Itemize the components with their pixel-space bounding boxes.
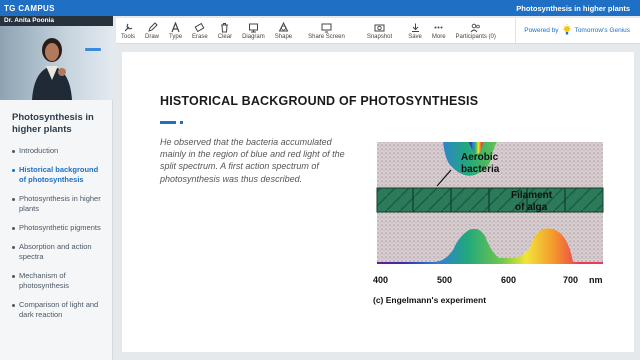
backdrop-logo: [85, 48, 101, 51]
partner-logo-text: Tomorrow's Genius: [574, 27, 630, 34]
slide-title: HISTORICAL BACKGROUND OF PHOTOSYNTHESIS: [160, 94, 479, 108]
axis-tick-500: 500: [437, 275, 452, 285]
participants-button[interactable]: Participants (0): [451, 18, 501, 44]
tools-icon: [122, 22, 134, 33]
save-icon: [409, 22, 421, 33]
label-of-alga: of alga: [515, 202, 548, 213]
save-button[interactable]: Save: [403, 18, 427, 44]
session-title: Photosynthesis in higher plants: [516, 3, 630, 13]
left-panel: Dr. Anita Poonia Photosynthesis in highe…: [0, 16, 113, 360]
slide-body-text: He observed that the bacteria accumulate…: [160, 137, 345, 184]
presentation-stage: HISTORICAL BACKGROUND OF PHOTOSYNTHESIS …: [116, 44, 640, 360]
type-button[interactable]: Type: [164, 18, 187, 44]
title-accent-dot: [180, 121, 183, 124]
brand-logo-text: TG CAMPUS: [4, 3, 55, 13]
agenda-item-photosynthesis-higher-plants[interactable]: Photosynthesis in higher plants: [0, 194, 113, 214]
diagram-icon: [247, 22, 259, 33]
agenda-item-introduction[interactable]: Introduction: [0, 146, 113, 156]
more-icon: [433, 22, 445, 33]
presenter-name: Dr. Anita Poonia: [0, 16, 113, 26]
engelmann-figure: Aerobic bacteria Filament of alga 400 50…: [373, 142, 604, 285]
powered-by: Powered by Tomorrow's Genius: [515, 17, 640, 44]
agenda-item-absorption-action-spectra[interactable]: Absorption and action spectra: [0, 242, 113, 262]
axis-tick-700: 700: [563, 275, 578, 285]
snapshot-button[interactable]: Snapshot: [356, 18, 403, 44]
whiteboard-toolbar: Tools Draw Type Erase Clear Diagram Shap…: [116, 17, 640, 44]
slide: HISTORICAL BACKGROUND OF PHOTOSYNTHESIS …: [122, 52, 634, 352]
label-aerobic: Aerobic: [461, 152, 499, 163]
presenter-video: Dr. Anita Poonia: [0, 16, 113, 100]
axis-tick-600: 600: [501, 275, 516, 285]
label-bacteria: bacteria: [461, 164, 500, 175]
share-screen-icon: [320, 22, 332, 33]
agenda-item-photosynthetic-pigments[interactable]: Photosynthetic pigments: [0, 223, 113, 233]
tools-button[interactable]: Tools: [116, 18, 140, 44]
alga-filament: [376, 187, 604, 213]
clear-button[interactable]: Clear: [213, 18, 237, 44]
powered-by-label: Powered by: [524, 27, 559, 34]
label-filament: Filament: [511, 190, 553, 201]
figure-caption: (c) Engelmann's experiment: [373, 295, 487, 305]
shape-button[interactable]: Shape: [270, 18, 297, 44]
pencil-icon: [146, 21, 158, 33]
title-accent-bar: [160, 121, 176, 124]
trash-icon: [219, 22, 231, 33]
shape-icon: [277, 21, 289, 33]
agenda-title: Photosynthesis in higher plants: [12, 112, 94, 135]
agenda-item-mechanism[interactable]: Mechanism of photosynthesis: [0, 271, 113, 291]
eraser-icon: [194, 22, 206, 33]
share-screen-button[interactable]: Share Screen: [297, 18, 356, 44]
participants-icon: [470, 22, 482, 33]
draw-button[interactable]: Draw: [140, 18, 164, 44]
more-button[interactable]: More: [427, 18, 451, 44]
agenda-list: Introduction Historical background of ph…: [0, 146, 113, 320]
agenda-item-comparison[interactable]: Comparison of light and dark reaction: [0, 300, 113, 320]
camera-icon: [374, 22, 386, 33]
presenter-avatar: [32, 38, 72, 100]
erase-button[interactable]: Erase: [187, 18, 213, 44]
top-bar: TG CAMPUS Photosynthesis in higher plant…: [0, 0, 640, 16]
text-icon: [170, 21, 182, 33]
axis-unit: nm: [589, 275, 603, 285]
agenda-item-historical-background[interactable]: Historical background of photosynthesis: [0, 165, 113, 185]
bulb-icon: [562, 23, 572, 38]
diagram-button[interactable]: Diagram: [237, 18, 270, 44]
axis-tick-400: 400: [373, 275, 388, 285]
agenda-panel: Photosynthesis in higher plants Introduc…: [0, 108, 113, 329]
